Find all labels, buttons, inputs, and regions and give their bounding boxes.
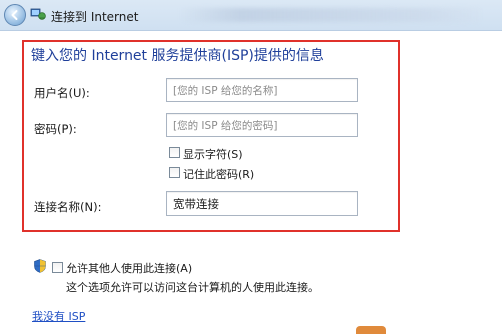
network-icon (30, 8, 46, 20)
allow-others-description: 这个选项允许可以访问这台计算机的人使用此连接。 (66, 281, 319, 294)
remember-password-checkbox[interactable] (169, 167, 180, 178)
back-button[interactable] (4, 4, 26, 26)
password-label: 密码(P): (34, 122, 77, 136)
show-characters-checkbox[interactable] (169, 147, 180, 158)
arrow-left-icon (11, 10, 18, 20)
password-input[interactable]: [您的 ISP 给您的密码] (166, 113, 358, 137)
uac-shield-icon (34, 259, 46, 273)
remember-password-label: 记住此密码(R) (183, 168, 255, 181)
show-characters-label: 显示字符(S) (183, 148, 243, 161)
allow-others-checkbox[interactable] (52, 262, 63, 273)
username-input[interactable]: [您的 ISP 给您的名称] (166, 78, 358, 102)
connection-name-input[interactable]: 宽带连接 (166, 191, 358, 216)
next-button-partial[interactable] (356, 326, 386, 334)
window-title: 连接到 Internet (51, 10, 139, 24)
allow-others-label: 允许其他人使用此连接(A) (66, 262, 193, 275)
title-bar-background (180, 8, 480, 22)
connection-name-label: 连接名称(N): (34, 200, 102, 214)
window-title-bar: 连接到 Internet (0, 0, 502, 31)
username-label: 用户名(U): (34, 86, 90, 100)
no-isp-link[interactable]: 我没有 ISP (32, 308, 85, 324)
form-heading: 键入您的 Internet 服务提供商(ISP)提供的信息 (31, 48, 324, 64)
